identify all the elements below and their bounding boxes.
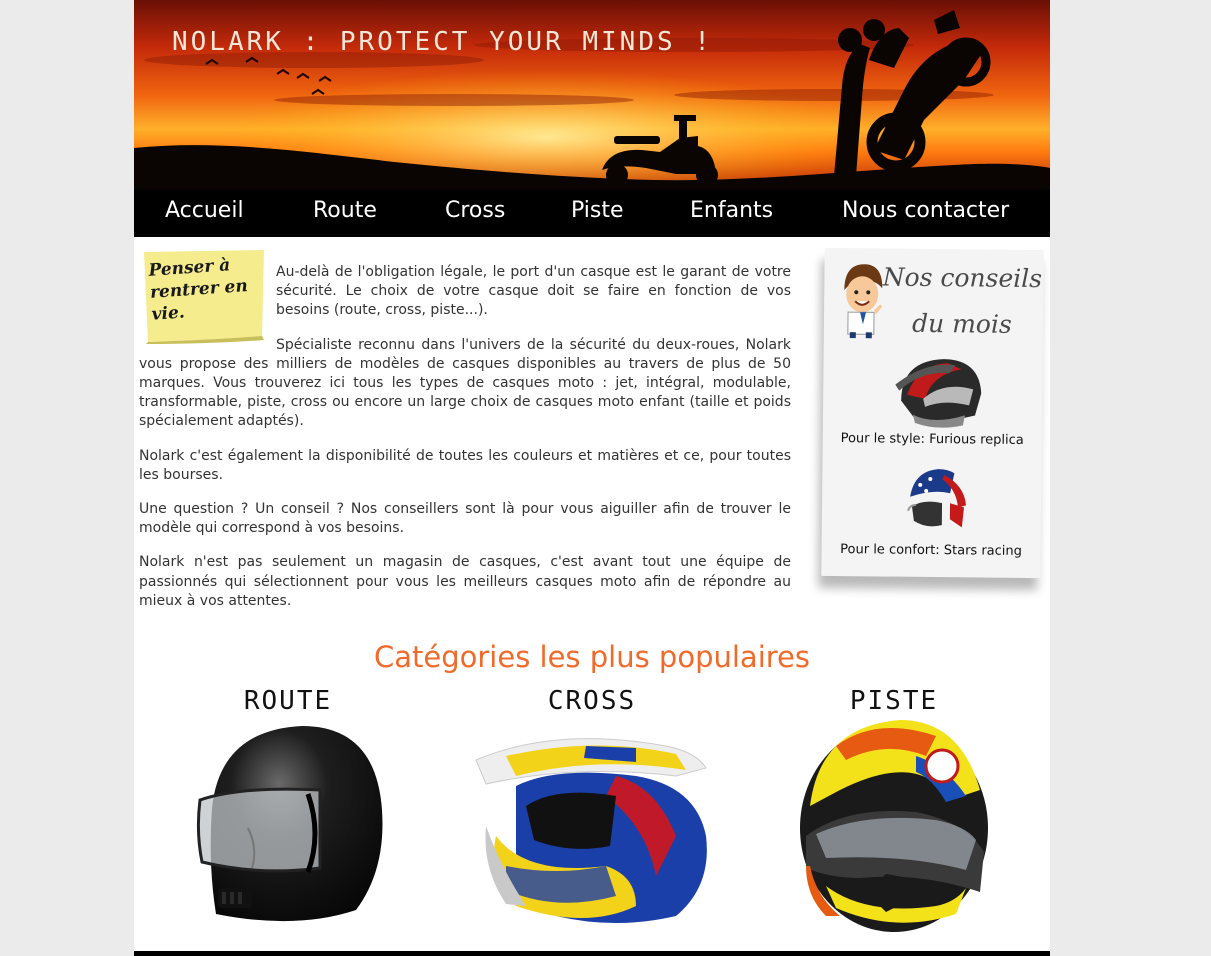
footer-bar bbox=[134, 951, 1050, 956]
main-nav: Accueil Route Cross Piste Enfants Nous c… bbox=[134, 190, 1050, 237]
site-title: Nolark : Protect your minds ! bbox=[172, 27, 713, 58]
category-label-piste[interactable]: Piste bbox=[764, 686, 1024, 716]
category-label-cross[interactable]: Cross bbox=[462, 686, 722, 716]
advice-title: Nos conseils du mois bbox=[882, 262, 1043, 339]
intro-article: Au-delà de l'obligation légale, le port … bbox=[139, 263, 791, 626]
article-paragraph: Spécialiste reconnu dans l'univers de la… bbox=[139, 336, 791, 430]
article-paragraph: Au-delà de l'obligation légale, le port … bbox=[276, 264, 791, 319]
monthly-advice-panel: Nos conseils du mois Pour le style: Furi… bbox=[821, 247, 1044, 579]
category-label-route[interactable]: Route bbox=[158, 686, 418, 716]
route-helmet-image[interactable] bbox=[188, 716, 388, 928]
article-paragraph: Nolark c'est également la disponibilité … bbox=[139, 447, 791, 483]
categories-heading: Catégories les plus populaires bbox=[374, 640, 810, 674]
nav-nous-contacter[interactable]: Nous contacter bbox=[842, 198, 1009, 223]
category-route[interactable]: Route bbox=[158, 686, 418, 928]
advice-caption-style[interactable]: Pour le style: Furious replica bbox=[823, 431, 1042, 448]
nav-route[interactable]: Route bbox=[313, 198, 377, 223]
page: Nolark : Protect your minds ! Accueil Ro… bbox=[134, 0, 1050, 956]
nav-enfants[interactable]: Enfants bbox=[690, 198, 773, 223]
stars-racing-helmet-image[interactable] bbox=[904, 467, 971, 544]
article-paragraph: Une question ? Un conseil ? Nos conseill… bbox=[139, 501, 791, 537]
header-banner: Nolark : Protect your minds ! Accueil Ro… bbox=[134, 0, 1050, 237]
nav-accueil[interactable]: Accueil bbox=[165, 198, 244, 223]
nav-piste[interactable]: Piste bbox=[571, 198, 624, 223]
category-piste[interactable]: Piste bbox=[764, 686, 1024, 932]
furious-replica-helmet-image[interactable] bbox=[893, 355, 984, 432]
advisor-cartoon-icon bbox=[844, 264, 883, 339]
advice-caption-comfort[interactable]: Pour le confort: Stars racing bbox=[821, 542, 1040, 559]
nav-cross[interactable]: Cross bbox=[445, 198, 505, 223]
category-cross[interactable]: Cross bbox=[462, 686, 722, 928]
piste-helmet-image[interactable] bbox=[796, 716, 992, 932]
cross-helmet-image[interactable] bbox=[466, 716, 718, 928]
article-paragraph: Nolark n'est pas seulement un magasin de… bbox=[139, 554, 791, 609]
